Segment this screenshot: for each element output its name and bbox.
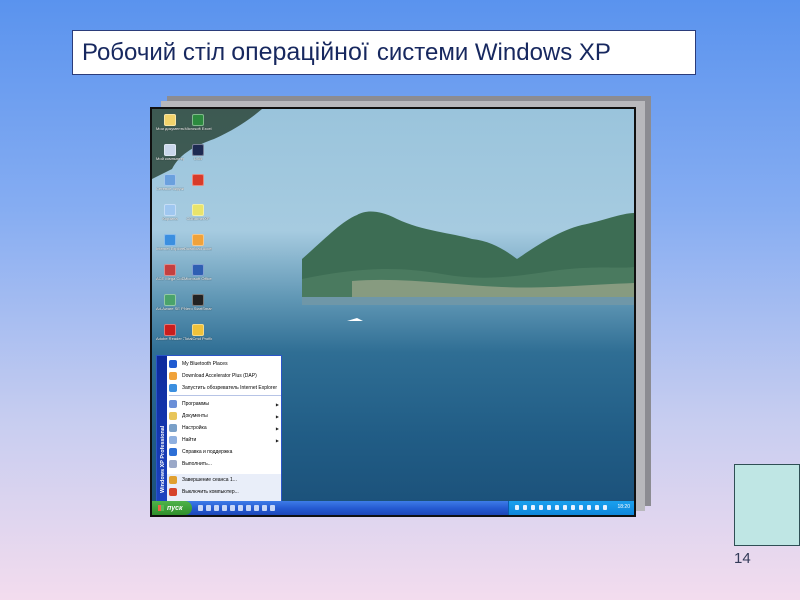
tray-icon[interactable]	[571, 505, 575, 510]
tray-icon[interactable]	[563, 505, 567, 510]
shield-icon	[164, 294, 176, 306]
recycle-bin-icon	[164, 204, 176, 216]
start-menu-item-dap[interactable]: Download Accelerator Plus (DAP)	[169, 370, 281, 382]
quicklaunch-icon[interactable]	[262, 505, 267, 511]
submenu-arrow-icon: ▶	[275, 413, 279, 419]
desktop-icon[interactable]: Adobe Reader 7.0	[156, 324, 184, 354]
desktop-icon[interactable]: TotalCmd Profiles	[184, 324, 212, 354]
ie-icon	[169, 384, 177, 392]
desktop-icon[interactable]: Сетевое окружение	[156, 174, 184, 204]
start-menu-item-run[interactable]: Выполнить...	[169, 458, 281, 470]
power-icon	[169, 488, 177, 496]
quicklaunch-icon[interactable]	[198, 505, 203, 511]
start-menu: Windows XP Professional My Bluetooth Pla…	[156, 355, 282, 503]
slide-title-part2: операційної	[231, 38, 369, 66]
nero-icon	[192, 294, 204, 306]
help-icon	[169, 448, 177, 456]
windows-logo-icon	[158, 505, 164, 511]
codec-icon	[164, 264, 176, 276]
page-number: 14	[734, 550, 751, 567]
desktop-icon[interactable]: Ad-Aware SE Perso...	[156, 294, 184, 324]
start-menu-side-banner: Windows XP Professional	[157, 356, 167, 502]
quicklaunch-icon[interactable]	[230, 505, 235, 511]
ie-icon	[164, 234, 176, 246]
quicklaunch-icon[interactable]	[270, 505, 275, 511]
programs-icon	[169, 400, 177, 408]
excel-icon	[192, 114, 204, 126]
clock[interactable]: 18:20	[617, 504, 630, 510]
desktop-icon[interactable]: Microsoft Excel	[184, 114, 212, 144]
start-menu-item-bluetooth[interactable]: My Bluetooth Places	[169, 358, 281, 370]
disc-icon	[192, 204, 204, 216]
start-button-label: пуск	[167, 504, 183, 512]
settings-icon	[169, 424, 177, 432]
desktop-icon[interactable]: Корзина	[156, 204, 184, 234]
search-icon	[169, 436, 177, 444]
quicklaunch-icon[interactable]	[254, 505, 259, 511]
start-menu-bottom: Завершение сеанса 1... Выключить компьют…	[167, 474, 281, 502]
tray-icon[interactable]	[523, 505, 527, 510]
taskbar: пуск 18:20	[152, 501, 634, 515]
app-icon	[192, 174, 204, 186]
system-tray: 18:20	[508, 501, 634, 515]
tray-icon[interactable]	[587, 505, 591, 510]
tray-icon[interactable]	[603, 505, 607, 510]
quicklaunch-icon[interactable]	[222, 505, 227, 511]
documents-icon	[169, 412, 177, 420]
tray-icon[interactable]	[579, 505, 583, 510]
start-menu-item-documents[interactable]: Документы ▶	[169, 410, 281, 422]
computer-icon	[164, 144, 176, 156]
download-icon	[192, 234, 204, 246]
start-button[interactable]: пуск	[152, 501, 192, 515]
start-menu-item-shutdown[interactable]: Выключить компьютер...	[167, 486, 281, 498]
totalcmd-icon	[192, 324, 204, 336]
desktop-icon[interactable]: Internet Explorer	[156, 234, 184, 264]
word-icon	[192, 264, 204, 276]
network-icon	[164, 174, 176, 186]
desktop-icon[interactable]	[184, 174, 212, 204]
desktop-icon[interactable]: Мой компьютер	[156, 144, 184, 174]
quicklaunch-icon[interactable]	[214, 505, 219, 511]
start-menu-separator	[169, 395, 281, 396]
start-menu-items: My Bluetooth Places Download Accelerator…	[169, 358, 281, 470]
tray-icon[interactable]	[595, 505, 599, 510]
desktop-screenshot: Мои документы Microsoft Excel Мой компью…	[150, 107, 636, 517]
quicklaunch-icon[interactable]	[246, 505, 251, 511]
desktop-icon[interactable]: ACE Mega CoDecS	[156, 264, 184, 294]
start-menu-item-logoff[interactable]: Завершение сеанса 1...	[167, 474, 281, 486]
desktop-icon[interactable]: Download Accelerator	[184, 234, 212, 264]
run-icon	[169, 460, 177, 468]
desktop-icon[interactable]: Microsoft Office Wo...	[184, 264, 212, 294]
slide-title-part1: Робочий стіл	[82, 38, 226, 66]
start-menu-item-programs[interactable]: Программы ▶	[169, 398, 281, 410]
slide-title: Робочий стіл операційної системи Windows…	[72, 30, 696, 75]
quicklaunch-icon[interactable]	[206, 505, 211, 511]
submenu-arrow-icon: ▶	[275, 401, 279, 407]
usb-icon	[192, 144, 204, 156]
decorative-box	[734, 464, 800, 546]
tray-icon[interactable]	[539, 505, 543, 510]
submenu-arrow-icon: ▶	[275, 425, 279, 431]
start-menu-item-internet-explorer[interactable]: Запустить обозреватель Internet Explorer	[169, 382, 281, 394]
start-menu-item-settings[interactable]: Настройка ▶	[169, 422, 281, 434]
desktop-icon[interactable]: USB	[184, 144, 212, 174]
tray-icon[interactable]	[555, 505, 559, 510]
tray-icon[interactable]	[547, 505, 551, 510]
bluetooth-icon	[169, 360, 177, 368]
pdf-icon	[164, 324, 176, 336]
tray-icon[interactable]	[531, 505, 535, 510]
submenu-arrow-icon: ▶	[275, 437, 279, 443]
start-menu-item-help[interactable]: Справка и поддержка	[169, 446, 281, 458]
folder-icon	[164, 114, 176, 126]
start-menu-side-label: Windows XP Professional	[160, 425, 166, 493]
desktop-icon[interactable]: Nero StartSmart	[184, 294, 212, 324]
desktop-icon[interactable]: CDBurnerXP	[184, 204, 212, 234]
quicklaunch-icon[interactable]	[238, 505, 243, 511]
start-menu-item-search[interactable]: Найти ▶	[169, 434, 281, 446]
tray-icon[interactable]	[515, 505, 519, 510]
logoff-icon	[169, 476, 177, 484]
slide-title-part3: системи Windows XP	[376, 38, 611, 66]
desktop-icon[interactable]: Мои документы	[156, 114, 184, 144]
download-icon	[169, 372, 177, 380]
